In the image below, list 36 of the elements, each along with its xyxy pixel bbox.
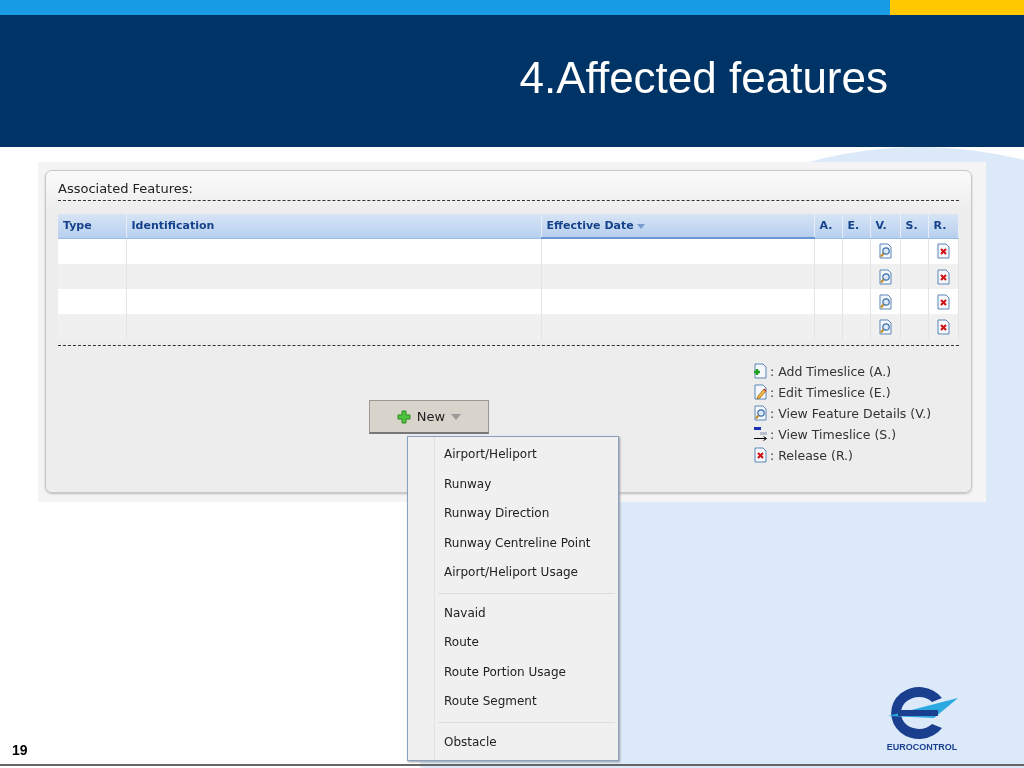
menu-item[interactable]: Runway	[408, 469, 618, 499]
column-header[interactable]: A.	[814, 214, 842, 238]
column-header[interactable]: R.	[928, 214, 958, 238]
legend-text: : View Timeslice (S.)	[770, 426, 897, 442]
column-header[interactable]: E.	[842, 214, 870, 238]
menu-item[interactable]: Runway Direction	[408, 499, 618, 529]
magnifier-document-icon	[753, 405, 768, 421]
legend-text: : View Feature Details (V.)	[770, 405, 931, 421]
menu-item[interactable]: Route Portion Usage	[408, 657, 618, 687]
logo-text: EUROCONTROL	[886, 742, 958, 752]
legend-text: : Release (R.)	[770, 447, 853, 463]
menu-item[interactable]: Runway Centreline Point	[408, 528, 618, 558]
column-header[interactable]: S.	[900, 214, 928, 238]
document-x-icon	[753, 447, 768, 463]
column-header[interactable]: V.	[870, 214, 900, 238]
menu-item[interactable]: Route Segment	[408, 687, 618, 717]
column-header[interactable]: Effective Date	[541, 214, 814, 238]
menu-item[interactable]: Airport/Heliport	[408, 440, 618, 470]
caret-icon	[451, 413, 462, 420]
menu-item[interactable]: Obstacle	[408, 727, 618, 757]
new-button[interactable]: New	[369, 400, 489, 434]
document-plus-icon	[753, 363, 768, 379]
slide-title: 4.Affected features	[519, 53, 888, 103]
timeslice-icon	[753, 426, 768, 442]
plus-icon	[396, 409, 411, 424]
legend-text: : Add Timeslice (A.)	[770, 363, 891, 379]
column-header[interactable]: Identification	[126, 214, 541, 238]
menu-item[interactable]: Route	[408, 628, 618, 658]
panel-title: Associated Features:	[58, 180, 194, 198]
menu-item[interactable]: Navaid	[408, 598, 618, 628]
legend-text: : Edit Timeslice (E.)	[770, 384, 891, 400]
page-number: 19	[12, 742, 28, 758]
menu-item[interactable]: Airport/Heliport Usage	[408, 558, 618, 588]
pencil-document-icon	[753, 384, 768, 400]
sort-caret-icon	[636, 223, 645, 229]
column-header[interactable]: Type	[58, 214, 126, 238]
